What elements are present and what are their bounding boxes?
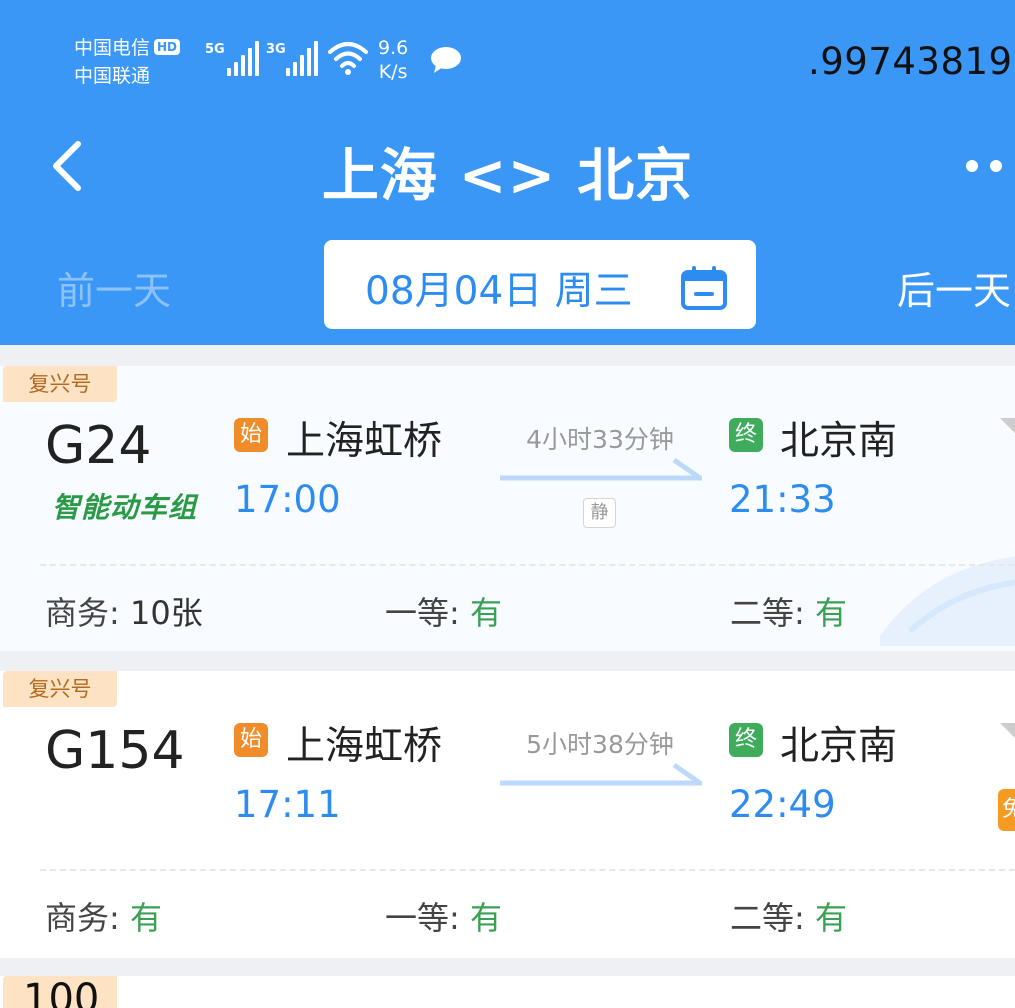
carrier-2: 中国联通 xyxy=(74,65,151,87)
app-header: 中国电信 HD 中国联通 5G 3G 9.6 K/s .997438192 上海 … xyxy=(0,0,1015,345)
train-watermark-icon xyxy=(880,556,1015,646)
train-card-g154[interactable]: 复兴号 G154 始 上海虹桥 17:11 5小时38分钟 终 北京南 22:4… xyxy=(0,671,1015,958)
smart-train-tag: 智能动车组 xyxy=(52,491,198,524)
signal-5g-icon: 5G xyxy=(205,40,259,78)
status-carriers: 中国电信 HD 中国联通 xyxy=(74,34,181,90)
travel-duration: 4小时33分钟 xyxy=(526,425,674,454)
divider xyxy=(40,869,1015,871)
corner-triangle-icon xyxy=(1000,418,1015,433)
status-right-text: .997438192 xyxy=(808,40,1015,83)
seat-first-class: 一等: 有 xyxy=(385,899,502,937)
more-dots-icon[interactable] xyxy=(964,154,1015,178)
arrival-time: 21:33 xyxy=(729,478,836,521)
seat-business: 商务: 10张 xyxy=(45,594,203,632)
carrier-1: 中国电信 xyxy=(74,37,151,59)
travel-duration: 5小时38分钟 xyxy=(526,730,674,759)
direction-arrow-icon xyxy=(500,458,702,481)
peek-tag: 100 xyxy=(3,976,117,1008)
network-speed: 9.6 K/s xyxy=(378,37,409,83)
wifi-icon xyxy=(328,42,368,75)
departure-time: 17:00 xyxy=(234,478,341,521)
departure-station: 上海虹桥 xyxy=(286,419,443,464)
signal-3g-icon: 3G xyxy=(266,40,318,78)
seat-business: 商务: 有 xyxy=(45,899,162,937)
seat-first-class: 一等: 有 xyxy=(385,594,502,632)
train-number: G24 xyxy=(45,416,152,476)
train-number: G154 xyxy=(45,721,185,781)
page-title: 上海 <> 北京 xyxy=(321,143,694,209)
departure-time: 17:11 xyxy=(234,783,341,826)
next-day-button[interactable]: 后一天 xyxy=(897,260,1011,315)
arrival-station: 北京南 xyxy=(780,419,898,464)
arrival-station: 北京南 xyxy=(780,724,898,769)
train-type-tag: 复兴号 xyxy=(3,366,117,402)
date-picker[interactable]: 08月04日 周三 xyxy=(324,240,756,329)
direction-arrow-icon xyxy=(500,763,702,786)
seat-second-class: 二等: 有 xyxy=(730,899,847,937)
side-badge: 免 xyxy=(998,789,1015,831)
train-card-g24[interactable]: 复兴号 G24 智能动车组 始 上海虹桥 17:00 4小时33分钟 静 终 北… xyxy=(0,366,1015,651)
hd-badge: HD xyxy=(154,39,181,55)
start-station-badge: 始 xyxy=(234,723,268,757)
corner-triangle-icon xyxy=(1000,723,1015,738)
departure-station: 上海虹桥 xyxy=(286,724,443,769)
calendar-icon xyxy=(681,266,727,310)
train-type-tag: 复兴号 xyxy=(3,671,117,707)
end-station-badge: 终 xyxy=(729,418,763,452)
divider xyxy=(40,564,1015,566)
date-text: 08月04日 周三 xyxy=(365,269,633,314)
arrival-time: 22:49 xyxy=(729,783,836,826)
train-card-peek[interactable]: 100 xyxy=(0,976,1015,1008)
quiet-car-tag: 静 xyxy=(583,498,616,528)
message-bubble-icon xyxy=(431,47,461,73)
seat-second-class: 二等: 有 xyxy=(730,594,847,632)
end-station-badge: 终 xyxy=(729,723,763,757)
start-station-badge: 始 xyxy=(234,418,268,452)
prev-day-button[interactable]: 前一天 xyxy=(57,260,171,315)
